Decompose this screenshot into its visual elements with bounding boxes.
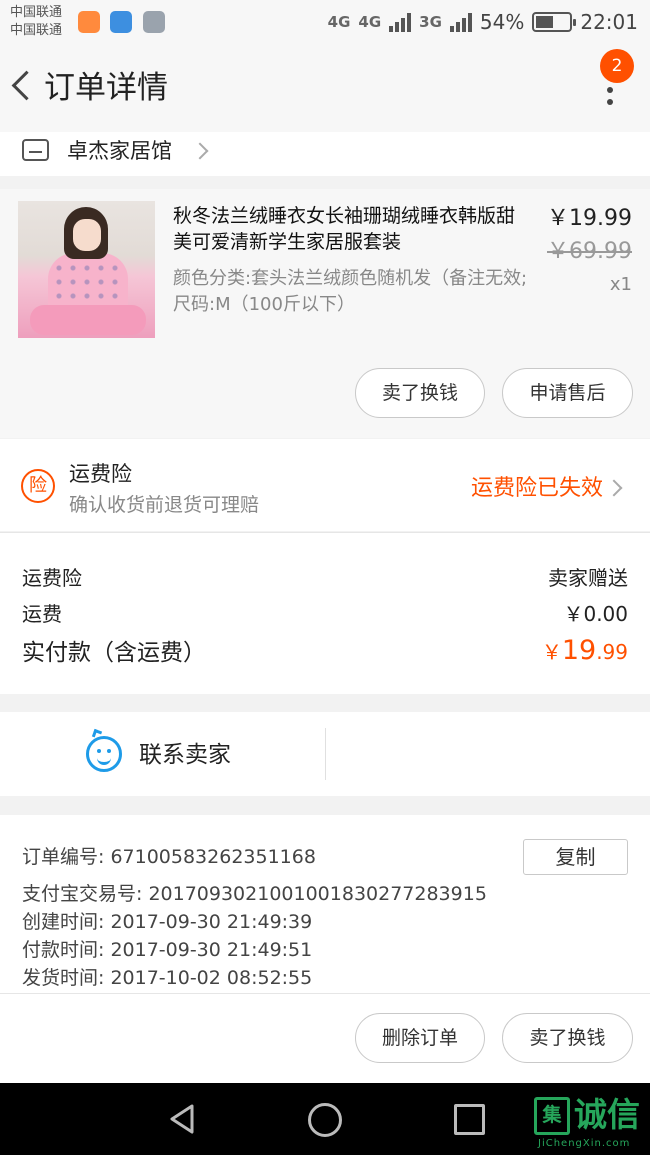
system-nav-bar: 集 诚信 JiChengXin.com bbox=[0, 1083, 650, 1155]
signal-icon bbox=[389, 12, 412, 32]
signal-icon bbox=[449, 12, 472, 32]
paid-time: 付款时间: 2017-09-30 21:49:51 bbox=[22, 939, 313, 961]
resell-button[interactable]: 卖了换钱 bbox=[355, 368, 485, 418]
carrier-names: 中国联通 中国联通 bbox=[10, 4, 62, 40]
shop-name: 卓杰家居馆 bbox=[67, 139, 172, 163]
battery-icon bbox=[532, 12, 577, 32]
insurance-fee-label: 运费险 bbox=[22, 566, 82, 590]
product-quantity: x1 bbox=[609, 274, 632, 295]
created-time: 创建时间: 2017-09-30 21:49:39 bbox=[22, 911, 313, 933]
shipping-fee-label: 运费 bbox=[22, 602, 62, 626]
aftersale-button[interactable]: 申请售后 bbox=[502, 368, 633, 418]
divider bbox=[325, 728, 326, 780]
insurance-icon: 险 bbox=[21, 469, 55, 503]
clock: 22:01 bbox=[580, 10, 638, 34]
watermark-text: 诚信 bbox=[574, 1095, 640, 1134]
status-right: 4G 4G 3G 54% 22:01 bbox=[328, 9, 638, 35]
battery-percent: 54% bbox=[479, 10, 525, 34]
fee-summary: 运费险 卖家赠送 运费 ￥0.00 实付款（含运费） ￥19.99 bbox=[0, 532, 650, 694]
network-type-2: 4G bbox=[358, 13, 382, 31]
product-original-price: ￥69.99 bbox=[547, 239, 632, 264]
network-type-1: 4G bbox=[327, 13, 351, 31]
contact-seller-button[interactable]: 联系卖家 bbox=[0, 712, 325, 796]
insurance-fee-value: 卖家赠送 bbox=[548, 566, 628, 590]
nav-back-icon[interactable] bbox=[166, 1103, 198, 1135]
carrier-2: 中国联通 bbox=[10, 23, 63, 38]
store-icon bbox=[22, 139, 49, 161]
contact-bar: 联系卖家 bbox=[0, 712, 650, 796]
chevron-right-icon bbox=[191, 142, 209, 160]
contact-seller-label: 联系卖家 bbox=[139, 742, 231, 768]
order-info: 订单编号: 67100583262351168 复制 支付宝交易号: 20170… bbox=[0, 815, 650, 993]
total-currency: ￥ bbox=[541, 640, 562, 664]
product-sku: 颜色分类:套头法兰绒颜色随机发（备注无效;尺码:M（100斤以下） bbox=[173, 268, 528, 315]
status-bar: 中国联通 中国联通 4G 4G 3G 54% 22:01 bbox=[0, 0, 650, 44]
total-integer: 19 bbox=[561, 635, 597, 666]
page-title: 订单详情 bbox=[44, 70, 168, 106]
shipping-fee-value: ￥0.00 bbox=[563, 602, 628, 626]
nav-home-icon[interactable] bbox=[308, 1103, 342, 1137]
notification-health-icon bbox=[110, 11, 132, 33]
notification-app-icon bbox=[78, 11, 100, 33]
watermark-logo: 集 bbox=[534, 1097, 570, 1135]
insurance-status: 运费险已失效 bbox=[470, 476, 603, 501]
shop-row[interactable]: 卓杰家居馆 bbox=[0, 132, 650, 176]
copy-button[interactable]: 复制 bbox=[523, 839, 628, 875]
battery-fill bbox=[536, 16, 554, 28]
chevron-right-icon bbox=[605, 479, 623, 497]
product-thumbnail[interactable] bbox=[18, 201, 155, 338]
resell-button-bottom[interactable]: 卖了换钱 bbox=[502, 1013, 633, 1063]
nav-bar: 订单详情 2 bbox=[0, 44, 650, 132]
alipay-trade-number: 支付宝交易号: 2017093021001001830277283915 bbox=[22, 883, 487, 905]
order-number: 订单编号: 67100583262351168 bbox=[22, 846, 316, 868]
carrier-1: 中国联通 bbox=[10, 5, 63, 20]
network-type-3: 3G bbox=[419, 13, 442, 31]
total-decimal: .99 bbox=[596, 640, 628, 664]
bottom-actions: 删除订单 卖了换钱 bbox=[0, 993, 650, 1083]
total-paid-value: ￥19.99 bbox=[542, 637, 628, 666]
delete-order-button[interactable]: 删除订单 bbox=[355, 1013, 485, 1063]
chat-smile-icon bbox=[86, 728, 122, 772]
product-item[interactable]: 秋冬法兰绒睡衣女长袖珊瑚绒睡衣韩版甜美可爱清新学生家居服套装 颜色分类:套头法兰… bbox=[0, 189, 650, 438]
insurance-title: 运费险 bbox=[69, 462, 132, 486]
notification-gallery-icon bbox=[143, 11, 165, 33]
shipped-time: 发货时间: 2017-10-02 08:52:55 bbox=[22, 967, 313, 989]
product-title[interactable]: 秋冬法兰绒睡衣女长袖珊瑚绒睡衣韩版甜美可爱清新学生家居服套装 bbox=[173, 203, 525, 255]
notification-badge: 2 bbox=[600, 49, 634, 83]
insurance-subtitle: 确认收货前退货可理赔 bbox=[69, 494, 260, 516]
product-price: ￥19.99 bbox=[547, 206, 632, 231]
watermark-url: JiChengXin.com bbox=[538, 1138, 631, 1149]
total-paid-label: 实付款（含运费） bbox=[22, 640, 206, 666]
back-icon[interactable] bbox=[6, 66, 36, 106]
nav-recent-icon[interactable] bbox=[454, 1104, 485, 1135]
shipping-insurance-row[interactable]: 险 运费险 确认收货前退货可理赔 运费险已失效 bbox=[0, 439, 650, 531]
